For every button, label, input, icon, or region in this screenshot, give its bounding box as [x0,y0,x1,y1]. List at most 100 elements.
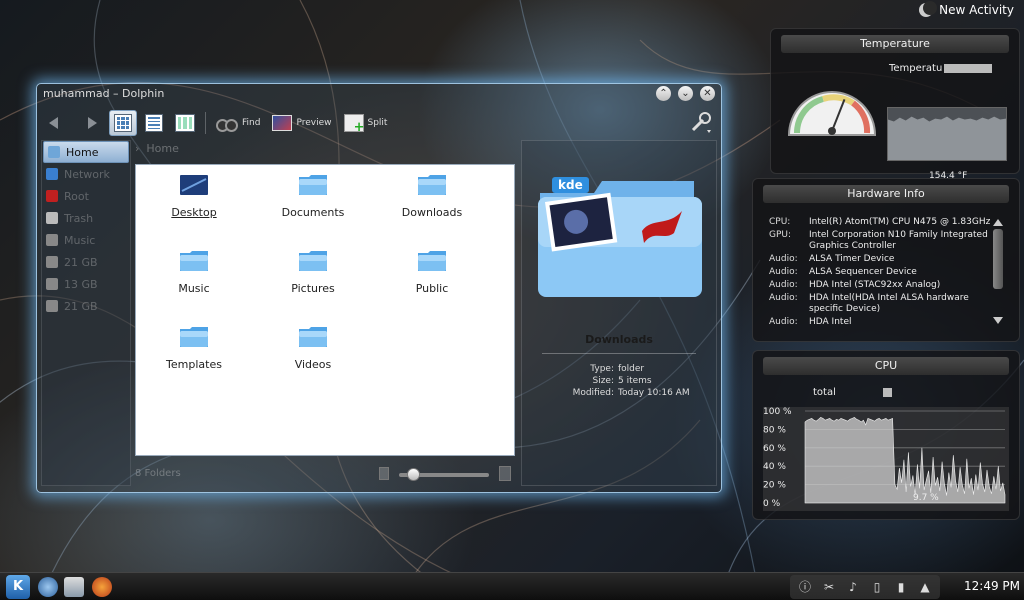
new-activity-label: New Activity [939,3,1014,17]
places-item[interactable]: Network [42,163,130,185]
columns-view-icon [175,114,195,132]
icons-view-button[interactable] [109,110,137,136]
file-item[interactable]: Videos [263,325,363,371]
breadcrumb-home[interactable]: Home [146,142,178,155]
firefox-launcher-icon[interactable] [92,577,112,597]
zoom-in-icon[interactable] [499,466,511,481]
information-panel: kde Downloads Type: folder Size: 5 items M… [521,140,717,486]
hardware-row-key: Audio: [769,293,798,303]
file-item[interactable]: Pictures [263,249,363,295]
place-icon [46,234,58,246]
expand-tray-icon[interactable]: ▲ [918,580,932,594]
file-view[interactable]: Desktop Documents Downloads Music Pictures Pu… [135,164,515,456]
file-item-label: Pictures [291,282,335,295]
meta-modified-key: Modified: [572,388,614,398]
place-icon [46,168,58,180]
file-item[interactable]: Templates [144,325,244,371]
find-button[interactable]: Find [212,110,264,136]
breadcrumb[interactable]: › Home [135,142,179,155]
clipboard-icon[interactable]: ▯ [870,580,884,594]
cpu-tick-label: 0 % [763,499,781,509]
folder-icon [299,251,327,271]
meta-type-key: Type: [590,364,614,374]
places-item[interactable]: 13 GB [42,273,130,295]
scissors-icon[interactable]: ✂ [822,580,836,594]
file-item[interactable]: Public [382,249,482,295]
browser-launcher-icon[interactable] [38,577,58,597]
dolphin-window[interactable]: muhammad – Dolphin ⌃ ⌄ ✕ Find Preview Sp… [36,83,722,493]
folder-icon [418,251,446,271]
find-label: Find [242,118,261,128]
hardware-info-widget[interactable]: Hardware Info CPU: Intel(R) Atom(TM) CPU … [752,178,1020,342]
temperature-sensor-swatch [944,63,993,73]
cpu-tick-label: 40 % [763,462,786,472]
window-title: muhammad – Dolphin [43,87,165,100]
cpu-widget[interactable]: CPU total 100 % 80 % 60 % 40 % 20 % 0 % 9.7 % [752,350,1020,520]
volume-icon[interactable]: ♪ [846,580,860,594]
cpu-widget-title: CPU [763,357,1009,375]
cpu-tick-label: 60 % [763,444,786,454]
places-item[interactable]: Trash [42,207,130,229]
places-item[interactable]: 21 GB [42,295,130,317]
temperature-widget-title: Temperature [781,35,1009,53]
hardware-row-value: ALSA Sequencer Device [809,267,917,277]
zoom-out-icon[interactable] [379,467,389,480]
place-icon [46,256,58,268]
scroll-down-icon[interactable] [993,317,1003,324]
places-item[interactable]: 21 GB [42,251,130,273]
place-label: Music [64,233,96,247]
place-label: 13 GB [64,277,98,291]
status-text: 8 Folders [135,468,181,479]
zoom-slider-thumb[interactable] [406,468,420,481]
zoom-slider[interactable] [399,468,489,481]
arrow-right-icon [79,112,101,134]
icons-view-icon [114,114,132,132]
scroll-up-icon[interactable] [993,219,1003,226]
info-icon[interactable]: ⓘ [798,580,812,594]
file-item[interactable]: Downloads [382,173,482,219]
columns-view-button[interactable] [171,110,199,136]
scroll-thumb[interactable] [993,229,1003,289]
file-item[interactable]: Documents [263,173,363,219]
forward-button[interactable] [75,110,105,136]
split-button[interactable]: Split [340,110,392,136]
hardware-row-key: Audio: [769,267,798,277]
cpu-tick-label: 100 % [763,407,792,417]
close-button[interactable]: ✕ [700,86,715,101]
hardware-scrollbar[interactable] [993,219,1003,327]
clock[interactable]: 12:49 PM [964,579,1020,593]
info-separator [542,353,696,354]
wrench-icon[interactable] [689,110,713,134]
folder-icon [299,327,327,347]
place-icon [46,190,58,202]
meta-size-value: 5 items [618,376,652,386]
temperature-widget[interactable]: Temperature Temperatu 154.4 °F [770,28,1020,181]
toolbar-separator [205,112,206,134]
place-label: Root [64,189,89,203]
hardware-row: Audio: ALSA Sequencer Device [769,267,993,278]
temperature-sensor-name: Temperatu [889,63,943,74]
application-launcher-button[interactable]: K [6,575,30,599]
places-item[interactable]: Home [43,141,129,163]
places-item[interactable]: Root [42,185,130,207]
file-manager-launcher-icon[interactable] [64,577,84,597]
details-view-icon [145,114,163,132]
preview-label: Preview [296,118,332,128]
new-activity-button[interactable]: New Activity [919,1,1014,17]
hardware-row-key: Audio: [769,254,798,264]
file-item-label: Documents [281,206,345,219]
titlebar[interactable]: muhammad – Dolphin ⌃ ⌄ ✕ [37,84,721,104]
battery-icon[interactable]: ▮ [894,580,908,594]
file-item[interactable]: Music [144,249,244,295]
details-view-button[interactable] [141,110,167,136]
temperature-gauge [787,91,877,136]
keep-above-button[interactable]: ⌃ [656,86,671,101]
hardware-row-value: Intel Corporation N10 Family Integrated … [809,230,988,251]
preview-button[interactable]: Preview [268,110,335,136]
file-item[interactable]: Desktop [144,173,244,219]
back-button[interactable] [41,110,71,136]
binoculars-icon [216,116,238,132]
places-item[interactable]: Music [42,229,130,251]
minimize-button[interactable]: ⌄ [678,86,693,101]
toolbar: Find Preview Split [41,108,717,138]
